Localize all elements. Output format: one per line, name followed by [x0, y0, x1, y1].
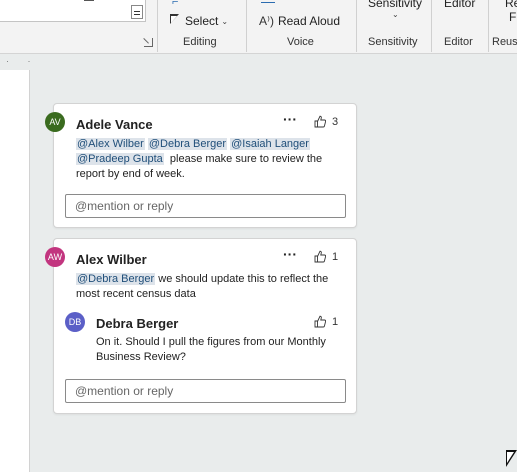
ruler: · ·: [6, 56, 39, 66]
read-aloud-button[interactable]: A⁾) Read Aloud: [259, 14, 340, 28]
group-label-editing: Editing: [183, 36, 217, 48]
chevron-down-icon[interactable]: ⌄: [389, 10, 399, 19]
select-label: Select: [185, 14, 219, 28]
ribbon-divider: [488, 0, 489, 52]
reply-input[interactable]: @mention or reply: [65, 379, 346, 403]
avatar: DB: [65, 312, 85, 332]
mention-link[interactable]: @Debra Berger: [147, 138, 228, 150]
comment-body: @Alex Wilber @Debra Berger @Isaiah Lange…: [76, 137, 346, 182]
like-button[interactable]: 3: [314, 115, 338, 128]
gallery-more-button[interactable]: [131, 5, 143, 19]
cut-icon: ⌐: [172, 0, 179, 8]
cursor-icon: [170, 14, 180, 28]
read-aloud-icon: A⁾): [259, 14, 274, 28]
mention-link[interactable]: @Alex Wilber: [76, 138, 145, 150]
more-options-icon[interactable]: ···: [283, 111, 297, 127]
style-gallery[interactable]: [0, 0, 146, 22]
ribbon: ⌐ Select ⌄ Editing A⁾) Read Aloud Voice …: [0, 0, 517, 54]
mention-link[interactable]: @Pradeep Gupta: [76, 153, 164, 165]
like-count: 1: [332, 315, 339, 328]
editor-button[interactable]: Editor: [444, 0, 475, 10]
ribbon-divider: [356, 0, 357, 52]
select-button[interactable]: Select ⌄: [170, 14, 228, 28]
avatar: AW: [45, 247, 65, 267]
comment-author: Adele Vance: [76, 117, 153, 132]
mention-link[interactable]: @Isaiah Langer: [230, 138, 310, 150]
ribbon-divider: [246, 0, 247, 52]
reuse-top-label: Re: [505, 0, 517, 10]
reply-body: On it. Should I pull the figures from ou…: [96, 336, 326, 363]
avatar: AV: [45, 112, 65, 132]
thumbs-up-icon: [314, 115, 326, 128]
group-label-editor: Editor: [444, 36, 473, 48]
thumbs-up-icon: [314, 250, 326, 263]
like-button[interactable]: 1: [314, 250, 338, 263]
mouse-pointer-icon: [506, 450, 517, 467]
editor-label: Editor: [444, 0, 476, 10]
dictate-icon: [261, 2, 275, 3]
group-label-reuse: Reus: [492, 36, 517, 48]
group-label-voice: Voice: [287, 36, 314, 48]
reuse-bottom: Fi: [509, 10, 517, 24]
group-label-sensitivity: Sensitivity: [368, 36, 418, 48]
reply-input[interactable]: @mention or reply: [65, 194, 346, 218]
comment-card[interactable]: AV Adele Vance ··· 3 @Alex Wilber @Debra…: [45, 103, 357, 228]
document-page[interactable]: [0, 70, 30, 472]
partial-glyph: [84, 0, 94, 1]
reuse-bottom-label: Fi: [509, 10, 517, 24]
reply-author: Debra Berger: [96, 316, 179, 331]
dialog-launcher-icon[interactable]: [144, 38, 153, 47]
sensitivity-label: Sensitivity: [368, 0, 423, 10]
comment-body: @Debra Berger we should update this to r…: [76, 272, 346, 302]
sensitivity-button[interactable]: Sensitivity: [368, 0, 422, 10]
comment-author: Alex Wilber: [76, 252, 147, 267]
mention-link[interactable]: @Debra Berger: [76, 273, 156, 285]
read-aloud-label: Read Aloud: [277, 14, 341, 28]
ribbon-divider: [431, 0, 432, 52]
more-options-icon[interactable]: ···: [283, 246, 297, 262]
like-button[interactable]: 1: [314, 315, 338, 328]
comment-card[interactable]: AW Alex Wilber ··· 1 @Debra Berger we sh…: [45, 238, 357, 414]
chevron-down-icon: ⌄: [221, 16, 229, 26]
like-count: 3: [332, 115, 339, 128]
like-count: 1: [332, 250, 339, 263]
ribbon-divider: [157, 0, 158, 52]
reuse-files-button[interactable]: Re: [505, 0, 517, 10]
thumbs-up-icon: [314, 315, 326, 328]
